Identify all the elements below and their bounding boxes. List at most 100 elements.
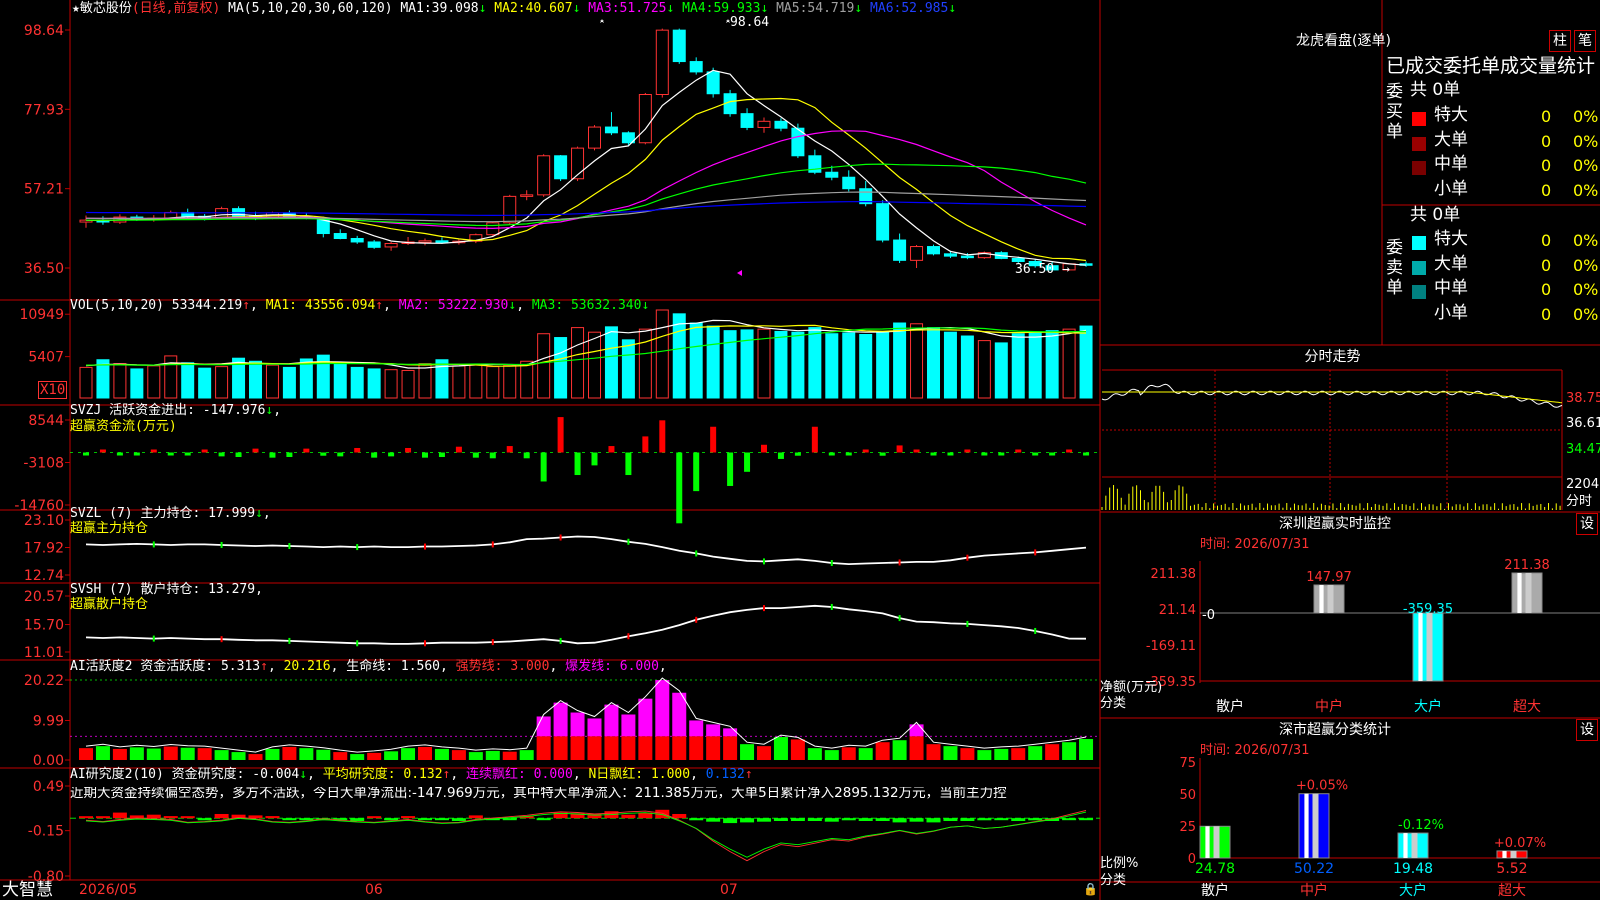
sell-row-swatch (1412, 310, 1426, 324)
flow-bar (506, 446, 513, 453)
research-bar (757, 818, 771, 822)
lhb-title: 龙虎看盘(逐单) (1296, 33, 1391, 49)
volume-bar (638, 328, 652, 399)
svzl-tick-label: 23.10 (24, 513, 64, 529)
activity-bar (299, 748, 314, 760)
flow-bar (99, 449, 106, 453)
candle-body (367, 241, 381, 248)
monitor-value-label: -359.35 (1403, 602, 1453, 617)
svzl-tick-mark (356, 544, 359, 551)
research-bar (146, 814, 161, 819)
activity-bar-burst (689, 720, 704, 737)
activity-bar (638, 736, 653, 760)
activity-bar (892, 740, 907, 760)
flow-bar (303, 448, 310, 453)
volume-bar (1011, 333, 1025, 399)
svsh-header: SVSH (7) 散户持仓: 13.279, (70, 582, 263, 597)
candle-body (927, 246, 940, 255)
research-bar (960, 818, 975, 821)
flow-bar (354, 447, 361, 453)
volume-bar (927, 327, 940, 399)
classify-tick-label: 50 (1179, 788, 1196, 803)
flow-bar (422, 452, 428, 458)
buy-row-label: 小单 (1434, 178, 1468, 199)
intraday-vol-unit: 分时 (1566, 494, 1593, 509)
research-bar (892, 818, 907, 823)
activity-bar (350, 754, 365, 760)
research-bar (773, 818, 788, 821)
ai1-header: AI活跃度2 资金活跃度: 5.313↑, 20.216, 生命线: 1.560… (70, 659, 667, 674)
price-tick-label: 36.50 (24, 261, 64, 277)
svzl-tick-mark (1034, 549, 1037, 556)
research-bar (790, 818, 805, 821)
activity-bar-burst (723, 728, 738, 737)
activity-bar (519, 750, 534, 760)
volume-bar (520, 360, 534, 399)
intraday-price-line (1101, 383, 1563, 408)
svsh-line (85, 604, 1087, 645)
activity-bar (553, 736, 568, 760)
volume-bar (1062, 328, 1076, 399)
flow-bar (591, 452, 598, 466)
pen-mode-button[interactable]: 笔 (1574, 30, 1596, 52)
flow-bar (1015, 449, 1022, 453)
flow-bar (472, 452, 479, 458)
ai2-tick-label: -0.15 (28, 824, 64, 840)
svzl-subtitle: 超赢主力持仓 (70, 521, 149, 536)
research-bar (214, 813, 229, 819)
sell-row-percent: 0% (1573, 280, 1599, 299)
activity-bar (265, 748, 280, 760)
x-label-jun: 06 (365, 882, 383, 898)
monitor-ylabel: 净额(万元) (1100, 680, 1163, 695)
candle-body (350, 238, 364, 243)
flow-bar (1032, 452, 1039, 456)
svsh-tick-mark (627, 633, 630, 640)
volume-bar (452, 365, 466, 399)
flow-bar (286, 452, 293, 458)
buy-row-count: 0 (1541, 180, 1552, 200)
buy-row-count: 0 (1541, 107, 1552, 126)
star-icon[interactable]: ★ (72, 1, 80, 16)
volume-bar (706, 325, 720, 399)
activity-bar-burst (638, 698, 653, 737)
volume-bar (130, 368, 144, 399)
lock-icon[interactable]: 🔒 (1083, 883, 1098, 895)
volume-bar (1079, 325, 1093, 399)
volume-bar (723, 330, 737, 399)
research-bar (112, 812, 127, 819)
research-bar (858, 818, 873, 821)
svzl-tick-label: 12.74 (24, 568, 64, 584)
intraday-tick-1: 36.61 (1566, 416, 1600, 431)
ai1-line (85, 677, 1087, 753)
period-label[interactable]: (日线,前复权) (132, 1, 220, 16)
flow-bar (201, 449, 208, 453)
ai1-tick-label: 20.22 (24, 673, 64, 689)
activity-bar (333, 752, 348, 760)
activity-bar (1079, 738, 1094, 760)
activity-bar (706, 736, 721, 760)
buy-total: 共 0单 (1410, 80, 1461, 100)
monitor-value-label: -0 (1202, 608, 1215, 623)
price-header: ★敏芯股份(日线,前复权) MA(5,10,20,30,60,120) MA1:… (72, 1, 957, 16)
research-bar (977, 818, 992, 821)
monitor-settings-button[interactable]: 设 (1576, 513, 1598, 535)
research-bar (723, 818, 738, 824)
bar-mode-button[interactable]: 柱 (1549, 30, 1571, 52)
monitor-bar-highlight (1517, 573, 1522, 613)
candle-body (537, 155, 551, 196)
flow-bar (184, 452, 191, 456)
svzl-tick-label: 17.92 (24, 541, 64, 557)
sell-row-percent: 0% (1573, 231, 1599, 250)
classify-bar-highlight (1205, 826, 1210, 858)
classify-settings-button[interactable]: 设 (1576, 719, 1598, 741)
volume-bar (282, 366, 296, 399)
sell-row-percent: 0% (1573, 304, 1599, 324)
activity-bar (536, 736, 551, 760)
volume-bar (198, 367, 212, 399)
activity-bar (112, 748, 127, 760)
activity-bar (95, 746, 110, 760)
volume-bar (249, 360, 262, 399)
flow-bar (896, 445, 903, 453)
activity-bar (824, 750, 839, 760)
svzl-tick-mark (424, 543, 426, 550)
